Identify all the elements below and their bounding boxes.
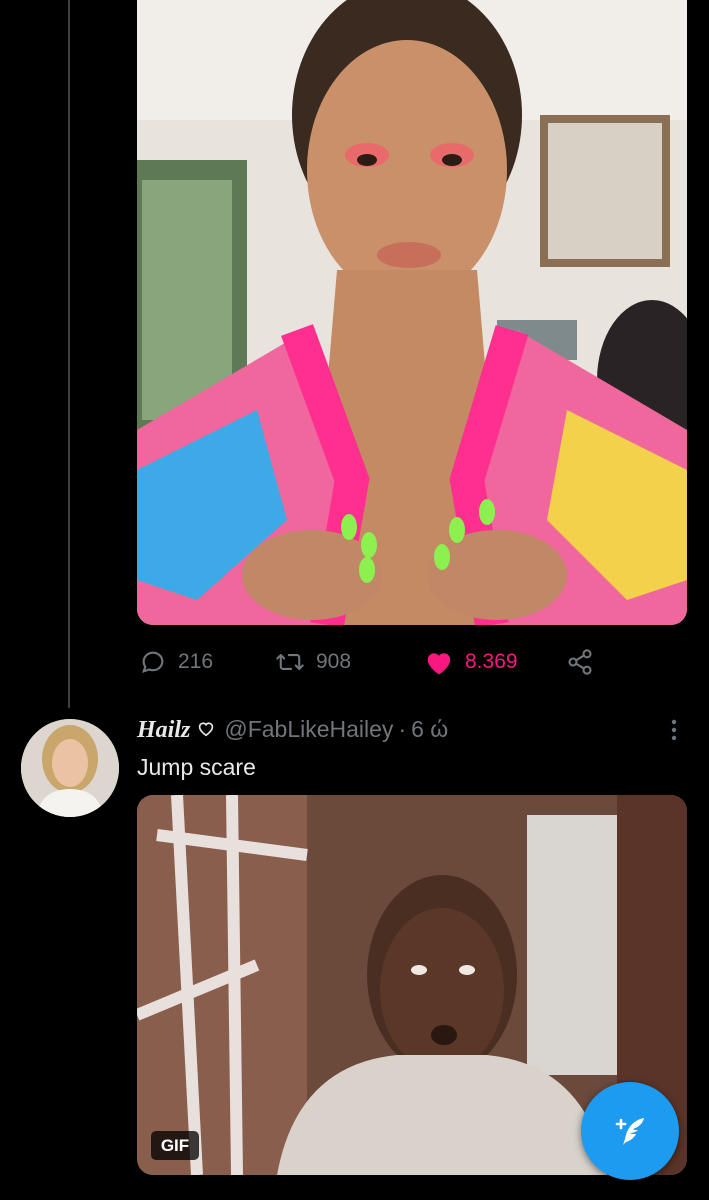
timestamp[interactable]: 6 ώ	[411, 716, 448, 743]
tweet-action-bar: 216 908 8.369	[137, 640, 607, 684]
user-handle[interactable]: @FabLikeHailey	[224, 716, 393, 743]
avatar-image	[21, 719, 119, 817]
retweet-icon	[275, 648, 305, 676]
retweet-button[interactable]: 908	[275, 640, 351, 684]
heart-outline-icon	[197, 716, 215, 743]
tweet-text: Jump scare	[137, 754, 256, 780]
separator-dot: ·	[398, 716, 407, 742]
avatar[interactable]	[21, 719, 119, 817]
like-count: 8.369	[465, 650, 518, 673]
tweet-photo-image	[137, 0, 687, 625]
reply-icon	[139, 648, 167, 676]
thread-line	[68, 0, 70, 708]
retweet-count: 908	[316, 650, 352, 673]
tweet-header: Hailz @FabLikeHailey · 6 ώ	[137, 716, 448, 744]
share-icon	[565, 648, 595, 676]
tweet-photo[interactable]	[137, 0, 687, 625]
compose-button[interactable]	[581, 1082, 679, 1180]
heart-filled-icon	[424, 648, 454, 676]
reply-button[interactable]: 216	[139, 640, 213, 684]
more-options-button[interactable]	[664, 718, 684, 744]
gif-badge: GIF	[151, 1131, 199, 1160]
compose-feather-icon	[615, 1118, 644, 1145]
display-name[interactable]: Hailz	[137, 717, 190, 744]
reply-count: 216	[178, 650, 214, 673]
like-button[interactable]: 8.369	[424, 640, 518, 684]
more-vertical-icon	[671, 719, 677, 741]
share-button[interactable]	[565, 640, 595, 684]
